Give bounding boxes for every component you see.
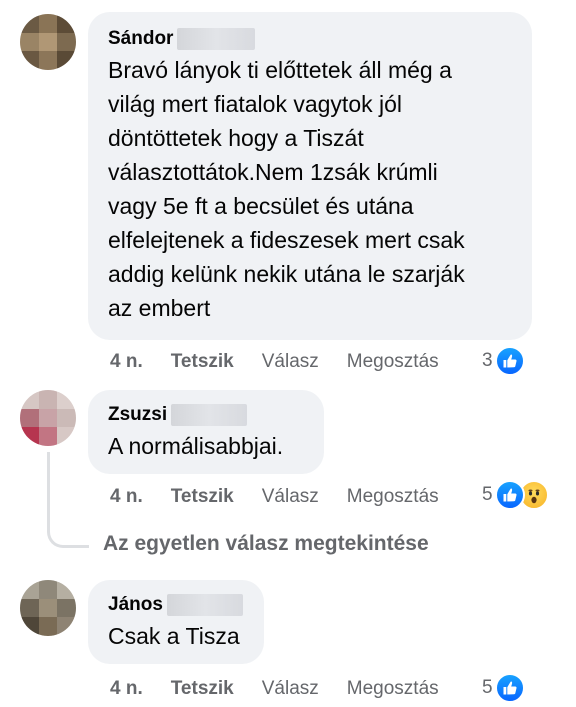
reaction-count: 5 [482, 677, 493, 698]
reaction-count: 3 [482, 350, 493, 371]
comment-bubble: János Csak a Tisza [88, 580, 264, 664]
comment-author[interactable]: Sándor [108, 28, 173, 50]
comment-age[interactable]: 4 n. [110, 351, 143, 373]
share-button[interactable]: Megosztás [347, 486, 439, 508]
redacted-name [171, 404, 248, 426]
like-icon [494, 480, 525, 510]
like-icon [494, 346, 525, 376]
share-button[interactable]: Megosztás [347, 678, 439, 700]
comment-actions: 4 n. Tetszik Válasz Megosztás [110, 349, 439, 375]
reaction-count: 5 [482, 484, 493, 505]
comment-author[interactable]: Zsuzsi [108, 404, 167, 426]
comment-text: A normálisabbjai. [108, 433, 284, 459]
redacted-name [166, 594, 243, 616]
share-button[interactable]: Megosztás [347, 351, 439, 373]
like-button[interactable]: Tetszik [171, 486, 234, 508]
like-button[interactable]: Tetszik [171, 351, 234, 373]
comment-actions: 4 n. Tetszik Válasz Megosztás [110, 484, 439, 510]
thread-connector [47, 452, 89, 548]
reaction-summary[interactable]: 3 [482, 346, 525, 376]
comment-actions: 4 n. Tetszik Válasz Megosztás [110, 676, 439, 702]
avatar-janos[interactable] [20, 580, 76, 636]
reaction-summary[interactable]: 5 [482, 480, 549, 510]
avatar-sandor[interactable] [20, 14, 76, 70]
reply-button[interactable]: Válasz [262, 486, 319, 508]
comment-text: Csak a Tisza [108, 623, 240, 649]
redacted-name [177, 28, 256, 50]
comment-author[interactable]: János [108, 594, 163, 616]
reply-button[interactable]: Válasz [262, 351, 319, 373]
comment-bubble: Sándor Bravó lányok ti előttetek áll még… [88, 12, 532, 340]
reaction-summary[interactable]: 5 [482, 673, 525, 703]
comment-text: Bravó lányok ti előttetek áll még a vilá… [108, 57, 465, 321]
like-button[interactable]: Tetszik [171, 678, 234, 700]
comment-bubble: Zsuzsi A normálisabbjai. [88, 390, 324, 474]
avatar-zsuzsi[interactable] [20, 390, 76, 446]
view-replies-link[interactable]: Az egyetlen válasz megtekintése [103, 532, 429, 556]
comment-age[interactable]: 4 n. [110, 678, 143, 700]
like-icon [494, 673, 525, 703]
comment-age[interactable]: 4 n. [110, 486, 143, 508]
reply-button[interactable]: Válasz [262, 678, 319, 700]
